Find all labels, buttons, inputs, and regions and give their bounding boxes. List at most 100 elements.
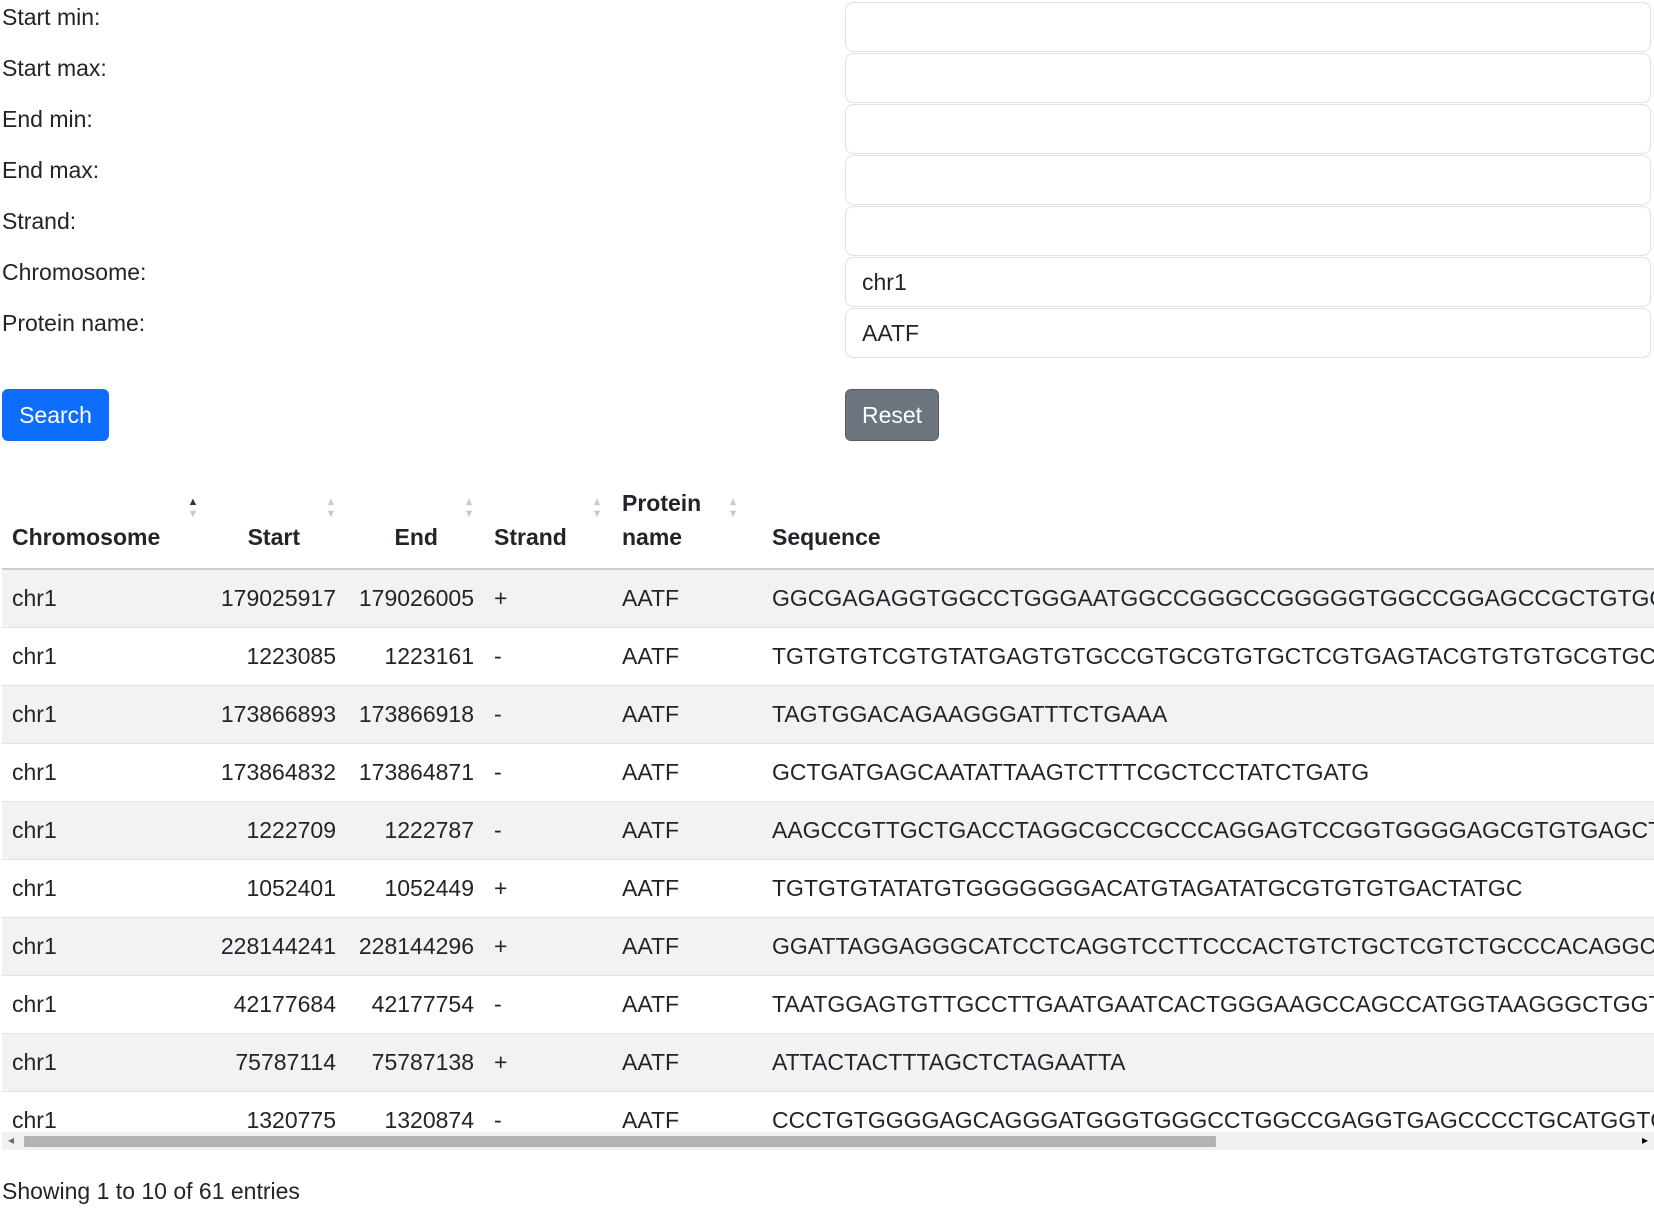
cell-protein-name: AATF bbox=[612, 975, 748, 1034]
cell-end: 1222787 bbox=[346, 801, 484, 860]
cell-sequence: GGCGAGAGGTGGCCTGGGAATGGCCGGGCCGGGGGTGGCC… bbox=[748, 569, 1654, 628]
column-header-start[interactable]: Start ▲ ▼ bbox=[208, 468, 346, 570]
end-min-label: End min: bbox=[2, 106, 93, 132]
cell-end: 179026005 bbox=[346, 569, 484, 628]
cell-chromosome: chr1 bbox=[2, 627, 208, 686]
cell-strand: - bbox=[484, 801, 612, 860]
table-row: chr1 75787114 75787138 + AATF ATTACTACTTTAGCT… bbox=[2, 1033, 1654, 1092]
horizontal-scrollbar[interactable]: ◂ ▸ bbox=[2, 1132, 1654, 1150]
cell-protein-name: AATF bbox=[612, 627, 748, 686]
column-header-label: Protein bbox=[622, 490, 702, 516]
column-header-sequence: Sequence bbox=[748, 468, 1654, 570]
cell-chromosome: chr1 bbox=[2, 743, 208, 802]
column-header-label: Strand bbox=[494, 524, 567, 550]
table-header-row: Chromosome ▲ ▼ Start ▲ ▼ End ▲ ▼ Strand ▲ ▼ … bbox=[2, 468, 1654, 570]
cell-end: 1223161 bbox=[346, 627, 484, 686]
filter-row-start-min: Start min: bbox=[0, 0, 1654, 54]
cell-end: 1052449 bbox=[346, 859, 484, 918]
column-header-label: Sequence bbox=[772, 524, 881, 550]
results-table-container: Chromosome ▲ ▼ Start ▲ ▼ End ▲ ▼ Strand ▲ ▼ … bbox=[2, 468, 1654, 1155]
cell-end: 173864871 bbox=[346, 743, 484, 802]
table-info: Showing 1 to 10 of 61 entries bbox=[2, 1178, 300, 1204]
cell-start: 42177684 bbox=[208, 975, 346, 1034]
cell-chromosome: chr1 bbox=[2, 1033, 208, 1092]
start-min-input[interactable] bbox=[845, 2, 1651, 52]
start-max-input[interactable] bbox=[845, 53, 1651, 103]
cell-strand: - bbox=[484, 975, 612, 1034]
cell-chromosome: chr1 bbox=[2, 685, 208, 744]
filter-row-strand: Strand: bbox=[0, 204, 1654, 258]
start-max-label: Start max: bbox=[2, 55, 107, 81]
table-row: chr1 179025917 179026005 + AATF GGCGAGAGGTGGC… bbox=[2, 569, 1654, 628]
cell-sequence: ATTACTACTTTAGCTCTAGAATTA bbox=[748, 1033, 1654, 1092]
cell-strand: - bbox=[484, 685, 612, 744]
cell-protein-name: AATF bbox=[612, 1033, 748, 1092]
cell-strand: + bbox=[484, 569, 612, 628]
cell-sequence: TAGTGGACAGAAGGGATTTCTGAAA bbox=[748, 685, 1654, 744]
column-header-label: End bbox=[394, 524, 438, 550]
cell-strand: + bbox=[484, 917, 612, 976]
cell-protein-name: AATF bbox=[612, 743, 748, 802]
cell-chromosome: chr1 bbox=[2, 917, 208, 976]
cell-strand: + bbox=[484, 859, 612, 918]
cell-strand: - bbox=[484, 627, 612, 686]
sort-icon: ▲ ▼ bbox=[591, 496, 603, 520]
reset-button[interactable]: Reset bbox=[845, 389, 939, 441]
cell-sequence: TGTGTGTATATGTGGGGGGGACATGTAGATATGCGTGTGT… bbox=[748, 859, 1654, 918]
sort-ascending-icon: ▲ ▼ bbox=[187, 496, 199, 520]
cell-protein-name: AATF bbox=[612, 917, 748, 976]
filter-row-end-max: End max: bbox=[0, 153, 1654, 207]
cell-chromosome: chr1 bbox=[2, 801, 208, 860]
table-row: chr1 1222709 1222787- AATF AAGCCGTTGCTGACCTA… bbox=[2, 801, 1654, 860]
cell-start: 173864832 bbox=[208, 743, 346, 802]
cell-protein-name: AATF bbox=[612, 685, 748, 744]
cell-strand: + bbox=[484, 1033, 612, 1092]
cell-strand: - bbox=[484, 743, 612, 802]
cell-chromosome: chr1 bbox=[2, 859, 208, 918]
cell-chromosome: chr1 bbox=[2, 975, 208, 1034]
cell-start: 173866893 bbox=[208, 685, 346, 744]
sort-icon: ▲ ▼ bbox=[463, 496, 475, 520]
cell-end: 42177754 bbox=[346, 975, 484, 1034]
cell-sequence: AAGCCGTTGCTGACCTAGGCGCCGCCCAGGAGTCCGGTGG… bbox=[748, 801, 1654, 860]
chromosome-input[interactable] bbox=[845, 257, 1651, 307]
cell-start: 75787114 bbox=[208, 1033, 346, 1092]
column-header-label: Chromosome bbox=[12, 524, 161, 550]
scroll-right-arrow-icon[interactable]: ▸ bbox=[1642, 1133, 1648, 1147]
filter-row-chromosome: Chromosome: bbox=[0, 255, 1654, 309]
table-row: chr1 173866893 173866918- AATF TAGTGGACAGAAG… bbox=[2, 685, 1654, 744]
scroll-left-arrow-icon[interactable]: ◂ bbox=[8, 1133, 14, 1147]
cell-chromosome: chr1 bbox=[2, 569, 208, 628]
column-header-chromosome[interactable]: Chromosome ▲ ▼ bbox=[2, 468, 208, 570]
filter-row-start-max: Start max: bbox=[0, 51, 1654, 105]
column-header-strand[interactable]: Strand ▲ ▼ bbox=[484, 468, 612, 570]
strand-label: Strand: bbox=[2, 208, 77, 234]
column-header-label: name bbox=[622, 524, 683, 550]
table-row: chr1 1052401 1052449 + AATF TGTGTGTATATGTGGGG… bbox=[2, 859, 1654, 918]
protein-name-input[interactable] bbox=[845, 308, 1651, 358]
cell-end: 173866918 bbox=[346, 685, 484, 744]
cell-protein-name: AATF bbox=[612, 859, 748, 918]
column-header-end[interactable]: End ▲ ▼ bbox=[346, 468, 484, 570]
cell-protein-name: AATF bbox=[612, 569, 748, 628]
strand-input[interactable] bbox=[845, 206, 1651, 256]
scrollbar-thumb[interactable] bbox=[24, 1136, 1216, 1147]
column-header-label: Start bbox=[247, 524, 300, 550]
column-header-protein-name[interactable]: Protein name ▲ ▼ bbox=[612, 468, 748, 570]
filter-row-end-min: End min: bbox=[0, 102, 1654, 156]
search-button[interactable]: Search bbox=[2, 389, 109, 441]
filter-row-protein-name: Protein name: bbox=[0, 306, 1654, 360]
cell-start: 228144241 bbox=[208, 917, 346, 976]
cell-end: 228144296 bbox=[346, 917, 484, 976]
cell-start: 179025917 bbox=[208, 569, 346, 628]
end-min-input[interactable] bbox=[845, 104, 1651, 154]
cell-start: 1223085 bbox=[208, 627, 346, 686]
table-row: chr1 42177684 42177754- AATF TAATGGAGTGTTGCC… bbox=[2, 975, 1654, 1034]
cell-start: 1222709 bbox=[208, 801, 346, 860]
cell-sequence: GCTGATGAGCAATATTAAGTCTTTCGCTCCTATCTGATG bbox=[748, 743, 1654, 802]
end-max-label: End max: bbox=[2, 157, 100, 183]
table-row: chr1 228144241 228144296 + AATF GGATTAGGAGGGC… bbox=[2, 917, 1654, 976]
cell-sequence: TGTGTGTCGTGTATGAGTGTGCCGTGCGTGTGCTCGTGAG… bbox=[748, 627, 1654, 686]
end-max-input[interactable] bbox=[845, 155, 1651, 205]
table-row: chr1 1223085 1223161- AATF TGTGTGTCGTGTATGAG… bbox=[2, 627, 1654, 686]
